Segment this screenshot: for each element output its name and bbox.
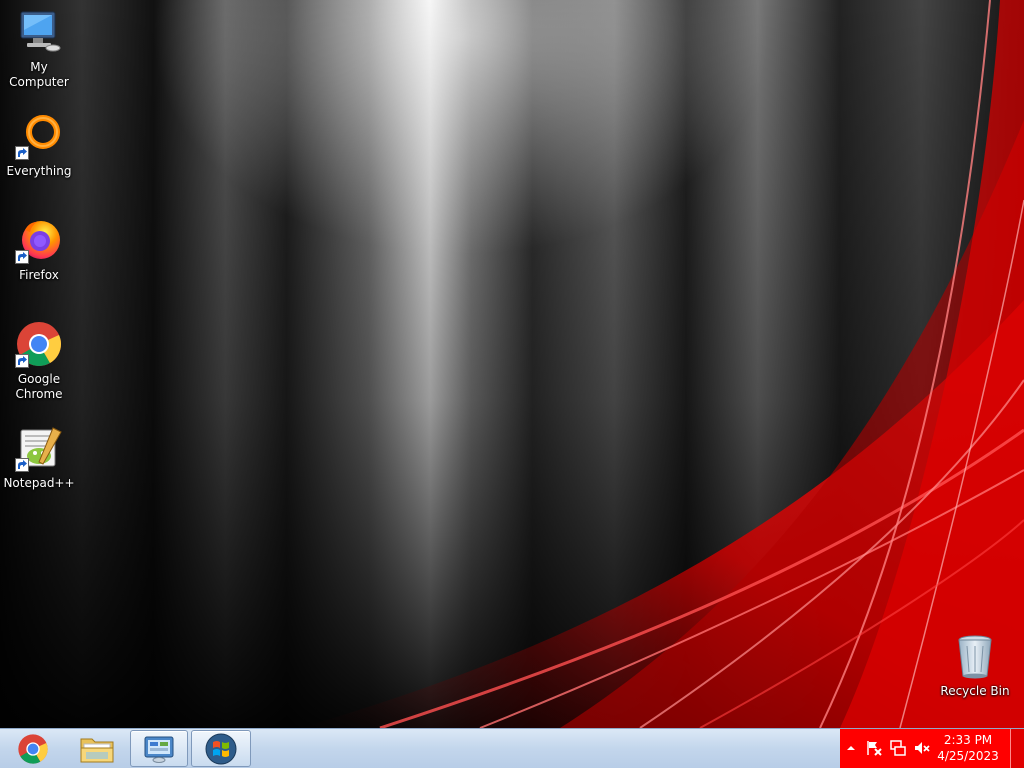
desktop-icon-label: My Computer [9, 60, 69, 89]
network-icon[interactable] [890, 740, 906, 756]
chrome-icon [18, 733, 48, 764]
taskbar-button-control-panel[interactable] [130, 730, 188, 767]
notepadpp-icon [15, 424, 63, 472]
desktop-icon-firefox[interactable]: Firefox [0, 216, 78, 283]
desktop-icon-google-chrome[interactable]: Google Chrome [0, 320, 78, 402]
desktop-icon-label: Notepad++ [3, 476, 75, 490]
desktop-icon-notepadpp[interactable]: Notepad++ [0, 424, 78, 491]
desktop-icon-label: Recycle Bin [940, 684, 1010, 698]
shortcut-arrow-icon [15, 146, 29, 160]
clock-time: 2:33 PM [943, 733, 993, 747]
clock[interactable]: 2:33 PM 4/25/2023 [936, 732, 1000, 764]
control-panel-icon [144, 736, 174, 763]
desktop-icon-label: Google Chrome [15, 372, 63, 401]
folder-icon [80, 738, 114, 762]
shortcut-arrow-icon [15, 458, 29, 472]
shortcut-arrow-icon [15, 354, 29, 368]
wallpaper [0, 0, 1024, 728]
everything-icon [15, 112, 63, 160]
taskbar: 2:33 PM 4/25/2023 [0, 728, 1024, 768]
desktop[interactable]: My Computer Everything Firefox Google Ch… [0, 0, 1024, 728]
windows-logo-icon [205, 733, 237, 764]
desktop-icon-label: Everything [6, 164, 72, 178]
action-center-flag-icon[interactable] [866, 740, 882, 756]
desktop-icon-my-computer[interactable]: My Computer [0, 8, 78, 90]
chrome-icon [15, 320, 63, 368]
show-hidden-icons-button[interactable] [846, 740, 856, 756]
desktop-icon-label: Firefox [19, 268, 59, 282]
my-computer-icon [15, 8, 63, 56]
clock-date: 4/25/2023 [937, 749, 999, 763]
recycle-bin-icon [951, 632, 999, 680]
notification-area: 2:33 PM 4/25/2023 [840, 729, 1024, 768]
volume-muted-icon[interactable] [914, 740, 930, 756]
desktop-icon-recycle-bin[interactable]: Recycle Bin [936, 632, 1014, 699]
shortcut-arrow-icon [15, 250, 29, 264]
taskbar-button-chrome[interactable] [2, 730, 64, 767]
taskbar-button-explorer[interactable] [66, 730, 128, 767]
desktop-icon-everything[interactable]: Everything [0, 112, 78, 179]
start-button[interactable] [191, 730, 251, 767]
show-desktop-button[interactable] [1010, 729, 1024, 768]
firefox-icon [15, 216, 63, 264]
